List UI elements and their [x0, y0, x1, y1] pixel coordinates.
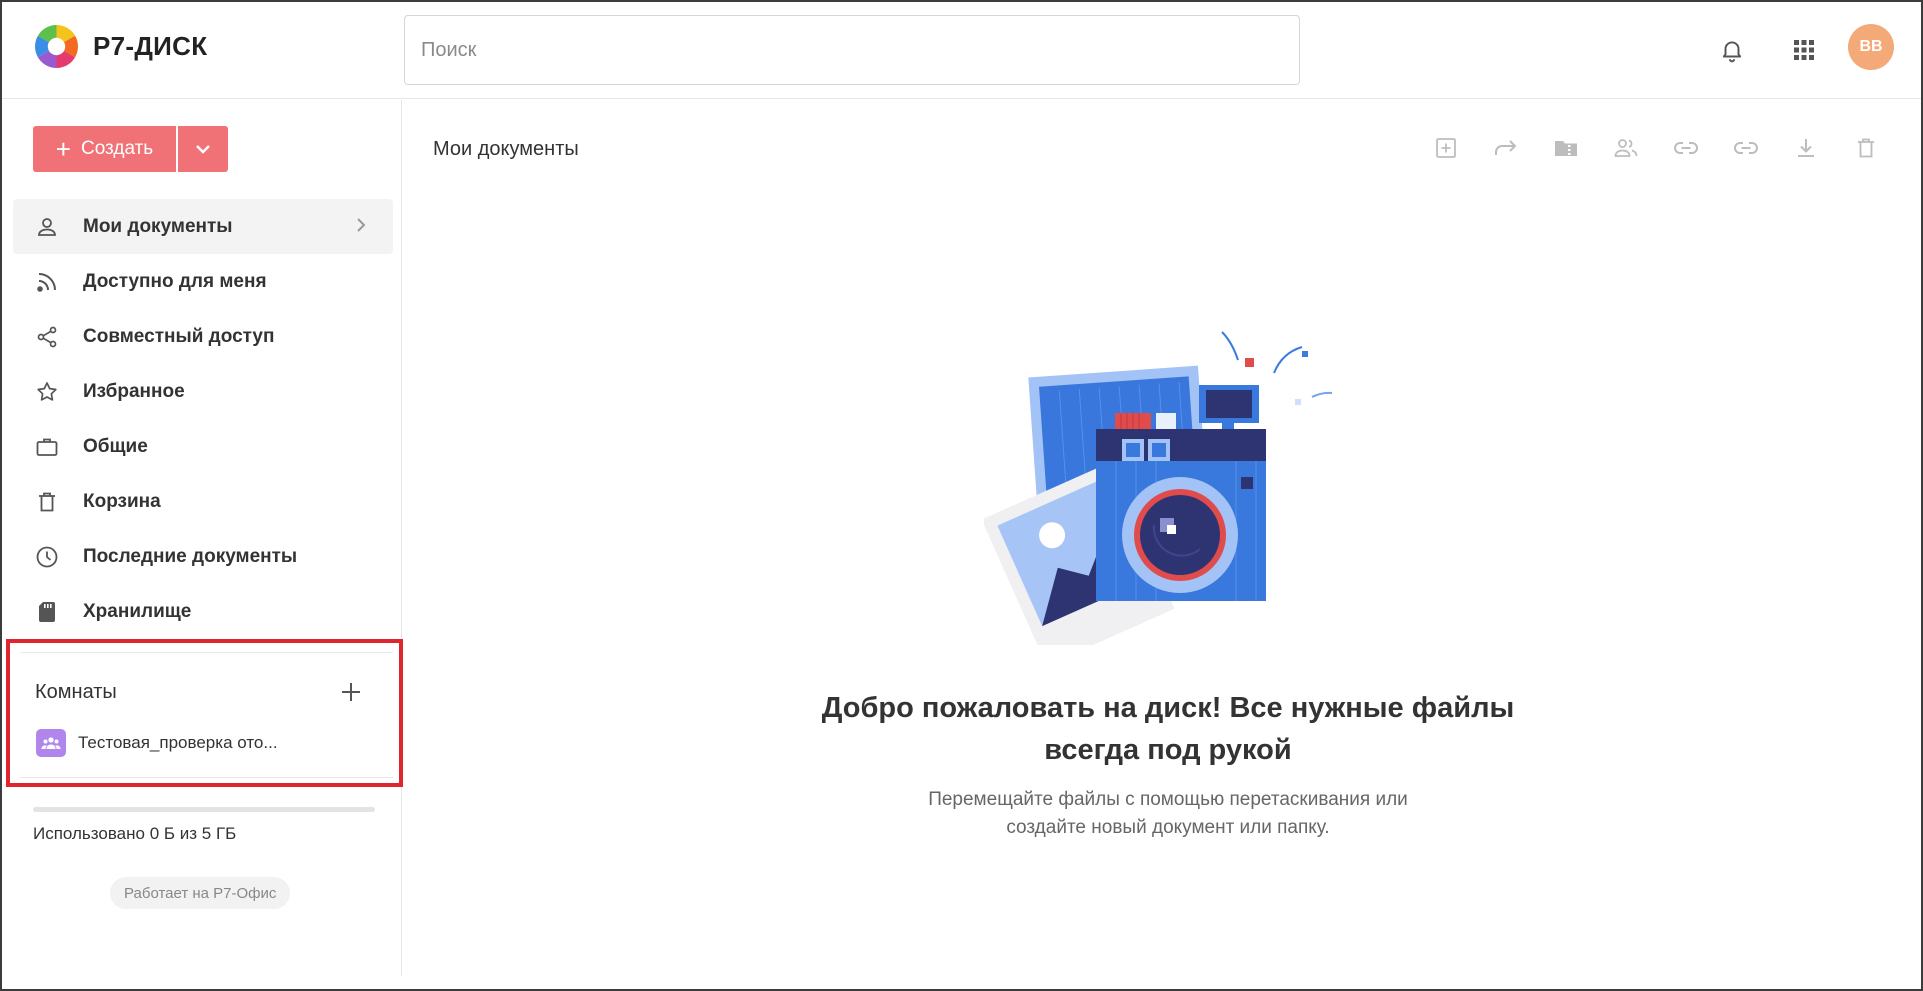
share-users-button[interactable] — [1608, 130, 1644, 166]
sidebar-item-label: Доступно для меня — [83, 270, 267, 292]
sidebar-item-storage[interactable]: Хранилище — [13, 584, 393, 639]
logo-icon — [35, 25, 78, 68]
sidebar-item-label: Избранное — [83, 380, 185, 402]
notifications-button[interactable] — [1714, 32, 1750, 68]
bell-icon — [1722, 41, 1742, 63]
rooms-section: Комнаты Тестовая_проверка ото... — [6, 639, 403, 787]
toolbar — [1428, 130, 1884, 166]
person-icon — [33, 213, 61, 241]
chevron-down-icon — [196, 145, 210, 154]
rooms-title: Комнаты — [35, 681, 117, 703]
room-group-icon — [36, 729, 66, 757]
sidebar-item-favorites[interactable]: Избранное — [13, 364, 393, 419]
powered-by-badge[interactable]: Работает на Р7-Офис — [110, 877, 291, 909]
divider — [20, 777, 393, 778]
plus-icon: + — [55, 134, 71, 164]
chevron-right-icon — [357, 218, 366, 232]
sidebar-item-label: Совместный доступ — [83, 325, 275, 347]
new-item-icon — [1436, 138, 1456, 158]
apps-button[interactable] — [1786, 32, 1822, 68]
sidebar-item-common[interactable]: Общие — [13, 419, 393, 474]
download-button[interactable] — [1788, 130, 1824, 166]
empty-state-title: Добро пожаловать на диск! Все нужные фай… — [821, 692, 1515, 766]
sidebar-item-label: Хранилище — [83, 600, 192, 622]
delete-button[interactable] — [1848, 130, 1884, 166]
new-item-button[interactable] — [1428, 130, 1464, 166]
main-content: Мои документы Добро пожаловать на диск! … — [403, 100, 1921, 976]
link-icon — [1674, 142, 1698, 154]
sidebar-nav: Мои документы Доступно для меня Совместн… — [13, 199, 393, 639]
download-icon — [1798, 139, 1814, 157]
external-link-button[interactable] — [1728, 130, 1764, 166]
archive-folder-icon — [1555, 141, 1577, 156]
room-item[interactable]: Тестовая_проверка ото... — [36, 729, 293, 757]
sidebar-item-recent[interactable]: Последние документы — [13, 529, 393, 584]
sidebar-item-label: Последние документы — [83, 545, 298, 567]
create-button[interactable]: + Создать — [33, 126, 176, 172]
app-name: Р7-ДИСК — [93, 31, 208, 61]
storage-usage-text: Использовано 0 Б из 5 ГБ — [33, 824, 237, 843]
sidebar-item-label: Корзина — [83, 490, 161, 512]
rss-icon — [33, 268, 61, 296]
sidebar-item-label: Общие — [83, 435, 148, 457]
sd-card-icon — [33, 598, 61, 626]
archive-button[interactable] — [1548, 130, 1584, 166]
share-icon — [33, 323, 61, 351]
welcome-illustration — [984, 331, 1333, 645]
star-icon — [33, 378, 61, 406]
sidebar-item-trash[interactable]: Корзина — [13, 474, 393, 529]
create-dropdown-button[interactable] — [178, 126, 228, 172]
move-button[interactable] — [1488, 130, 1524, 166]
create-button-label: Создать — [80, 138, 154, 159]
page-title: Мои документы — [433, 138, 579, 160]
user-avatar[interactable]: ВВ — [1848, 24, 1894, 70]
link-icon — [1734, 142, 1758, 154]
sidebar-item-my-documents[interactable]: Мои документы — [13, 199, 393, 254]
sidebar-item-shared-with-me[interactable]: Доступно для меня — [13, 254, 393, 309]
sidebar-item-label: Мои документы — [83, 215, 233, 237]
share-users-icon — [1614, 139, 1638, 157]
add-room-button[interactable] — [336, 677, 366, 707]
empty-state-description: Перемещайте файлы с помощью перетаскиван… — [928, 789, 1408, 838]
room-item-label: Тестовая_проверка ото... — [78, 733, 278, 752]
clock-icon — [33, 543, 61, 571]
plus-icon — [342, 683, 360, 701]
move-icon — [1495, 140, 1517, 155]
app-logo[interactable]: Р7-ДИСК — [34, 24, 207, 69]
create-button-group: + Создать — [33, 126, 228, 172]
briefcase-icon — [33, 433, 61, 461]
sidebar: + Создать Мои документы Доступно для мен… — [2, 100, 403, 976]
copy-link-button[interactable] — [1668, 130, 1704, 166]
divider — [20, 652, 393, 653]
storage-usage-bar — [33, 807, 375, 812]
grid-icon — [1794, 40, 1814, 60]
sidebar-item-shared-access[interactable]: Совместный доступ — [13, 309, 393, 364]
trash-icon — [33, 488, 61, 516]
delete-icon — [1858, 138, 1874, 158]
app-header: Р7-ДИСК ВВ — [2, 2, 1921, 99]
search-input[interactable] — [404, 15, 1300, 85]
